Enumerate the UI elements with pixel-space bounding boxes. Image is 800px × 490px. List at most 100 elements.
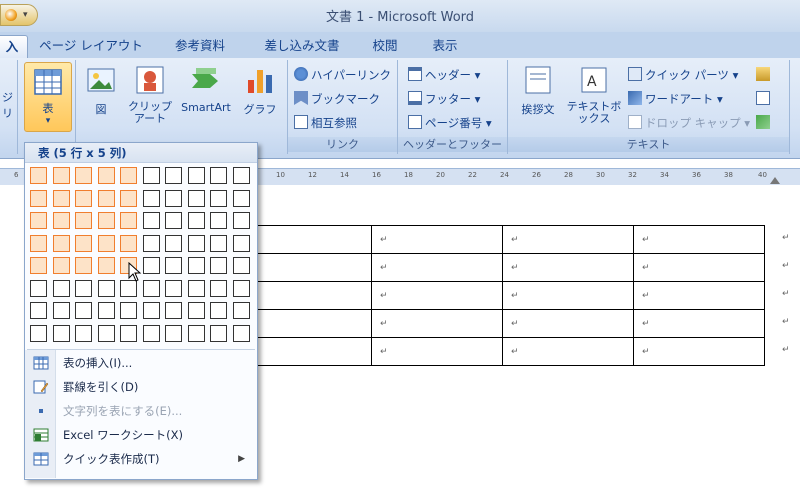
textbox-button[interactable]: A テキストボックス bbox=[566, 64, 622, 125]
footer-button[interactable]: フッター ▾ bbox=[408, 90, 480, 108]
grid-cell[interactable] bbox=[75, 167, 92, 184]
grid-cell[interactable] bbox=[187, 167, 205, 184]
page-number-button[interactable]: ページ番号 ▾ bbox=[408, 114, 492, 132]
grid-cell[interactable] bbox=[120, 189, 137, 207]
grid-cell[interactable] bbox=[120, 279, 137, 297]
grid-cell[interactable] bbox=[187, 189, 205, 207]
chart-button[interactable]: グラフ bbox=[240, 64, 280, 117]
table-cell[interactable]: ↵ bbox=[633, 337, 765, 366]
grid-cell[interactable] bbox=[30, 257, 47, 274]
grid-cell[interactable] bbox=[97, 257, 115, 274]
picture-button[interactable]: 図 bbox=[82, 64, 120, 117]
header-button[interactable]: ヘッダー ▾ bbox=[408, 66, 480, 84]
grid-cell[interactable] bbox=[52, 279, 70, 297]
grid-cell[interactable] bbox=[232, 302, 250, 319]
table-button[interactable]: 表 ▾ bbox=[24, 62, 72, 132]
tab-page-layout[interactable]: ページ レイアウト bbox=[36, 35, 146, 58]
tab-mailings[interactable]: 差し込み文書 bbox=[252, 35, 352, 58]
greeting-button[interactable]: 挨拶文 bbox=[514, 64, 562, 117]
grid-cell[interactable] bbox=[30, 212, 47, 229]
bookmark-button[interactable]: ブックマーク bbox=[294, 90, 380, 108]
table-cell[interactable]: ↵ bbox=[502, 337, 634, 366]
convert-text-menu-item[interactable]: 文字列を表にする(E)... bbox=[25, 399, 257, 423]
grid-cell[interactable] bbox=[97, 279, 115, 297]
grid-cell[interactable] bbox=[30, 234, 47, 252]
excel-worksheet-menu-item[interactable]: Excel ワークシート(X) bbox=[25, 423, 257, 447]
grid-cell[interactable] bbox=[52, 324, 70, 342]
grid-cell[interactable] bbox=[120, 324, 137, 342]
grid-cell[interactable] bbox=[187, 279, 205, 297]
tab-insert[interactable]: 入 bbox=[0, 35, 28, 58]
grid-cell[interactable] bbox=[232, 189, 250, 207]
grid-cell[interactable] bbox=[97, 302, 115, 319]
table-cell[interactable]: ↵ bbox=[502, 225, 634, 254]
wordart-button[interactable]: ワードアート ▾ bbox=[628, 90, 723, 108]
grid-cell[interactable] bbox=[97, 234, 115, 252]
table-cell[interactable]: ↵ bbox=[240, 281, 372, 310]
grid-cell[interactable] bbox=[97, 189, 115, 207]
grid-cell[interactable] bbox=[120, 302, 137, 319]
dropcap-button[interactable]: ドロップ キャップ ▾ bbox=[628, 114, 750, 132]
grid-cell[interactable] bbox=[165, 234, 182, 252]
grid-cell[interactable] bbox=[210, 167, 227, 184]
grid-cell[interactable] bbox=[142, 324, 160, 342]
table-cell[interactable]: ↵ bbox=[240, 253, 372, 282]
grid-cell[interactable] bbox=[30, 279, 47, 297]
table-cell[interactable]: ↵ bbox=[240, 337, 372, 366]
tab-references[interactable]: 参考資料 bbox=[160, 35, 240, 58]
grid-cell[interactable] bbox=[165, 167, 182, 184]
grid-cell[interactable] bbox=[97, 167, 115, 184]
grid-cell[interactable] bbox=[210, 257, 227, 274]
table-cell[interactable]: ↵ bbox=[633, 309, 765, 338]
grid-cell[interactable] bbox=[187, 324, 205, 342]
table-cell[interactable]: ↵ bbox=[633, 281, 765, 310]
table-cell[interactable]: ↵ bbox=[502, 253, 634, 282]
grid-cell[interactable] bbox=[187, 212, 205, 229]
signature-button[interactable] bbox=[756, 66, 773, 84]
grid-cell[interactable] bbox=[75, 302, 92, 319]
grid-cell[interactable] bbox=[142, 257, 160, 274]
grid-cell[interactable] bbox=[142, 279, 160, 297]
grid-cell[interactable] bbox=[30, 167, 47, 184]
grid-cell[interactable] bbox=[232, 212, 250, 229]
grid-cell[interactable] bbox=[75, 279, 92, 297]
grid-cell[interactable] bbox=[210, 324, 227, 342]
grid-cell[interactable] bbox=[210, 279, 227, 297]
tab-review[interactable]: 校閲 bbox=[360, 35, 410, 58]
grid-cell[interactable] bbox=[30, 302, 47, 319]
grid-cell[interactable] bbox=[165, 257, 182, 274]
draw-table-menu-item[interactable]: 罫線を引く(D) bbox=[25, 375, 257, 399]
grid-cell[interactable] bbox=[75, 212, 92, 229]
grid-cell[interactable] bbox=[75, 234, 92, 252]
grid-cell[interactable] bbox=[142, 302, 160, 319]
table-cell[interactable]: ↵ bbox=[240, 225, 372, 254]
table-cell[interactable]: ↵ bbox=[633, 253, 765, 282]
grid-cell[interactable] bbox=[97, 212, 115, 229]
table-cell[interactable]: ↵ bbox=[371, 281, 503, 310]
grid-cell[interactable] bbox=[30, 324, 47, 342]
crossref-button[interactable]: 相互参照 bbox=[294, 114, 357, 132]
datetime-button[interactable] bbox=[756, 90, 773, 108]
grid-cell[interactable] bbox=[97, 324, 115, 342]
grid-cell[interactable] bbox=[75, 257, 92, 274]
grid-cell[interactable] bbox=[165, 302, 182, 319]
grid-cell[interactable] bbox=[165, 212, 182, 229]
grid-cell[interactable] bbox=[210, 302, 227, 319]
grid-cell[interactable] bbox=[210, 234, 227, 252]
smartart-button[interactable]: SmartArt bbox=[176, 64, 236, 114]
grid-cell[interactable] bbox=[210, 212, 227, 229]
table-cell[interactable]: ↵ bbox=[371, 253, 503, 282]
grid-cell[interactable] bbox=[142, 212, 160, 229]
tab-view[interactable]: 表示 bbox=[420, 35, 470, 58]
grid-cell[interactable] bbox=[30, 189, 47, 207]
grid-cell[interactable] bbox=[52, 234, 70, 252]
table-cell[interactable]: ↵ bbox=[633, 225, 765, 254]
grid-cell[interactable] bbox=[120, 167, 137, 184]
grid-cell[interactable] bbox=[142, 234, 160, 252]
grid-cell[interactable] bbox=[120, 234, 137, 252]
grid-cell[interactable] bbox=[210, 189, 227, 207]
grid-cell[interactable] bbox=[232, 234, 250, 252]
grid-cell[interactable] bbox=[232, 279, 250, 297]
grid-cell[interactable] bbox=[232, 167, 250, 184]
document-table[interactable]: ↵↵↵↵↵↵↵↵↵↵↵↵↵↵↵↵↵↵↵↵ bbox=[240, 225, 765, 366]
